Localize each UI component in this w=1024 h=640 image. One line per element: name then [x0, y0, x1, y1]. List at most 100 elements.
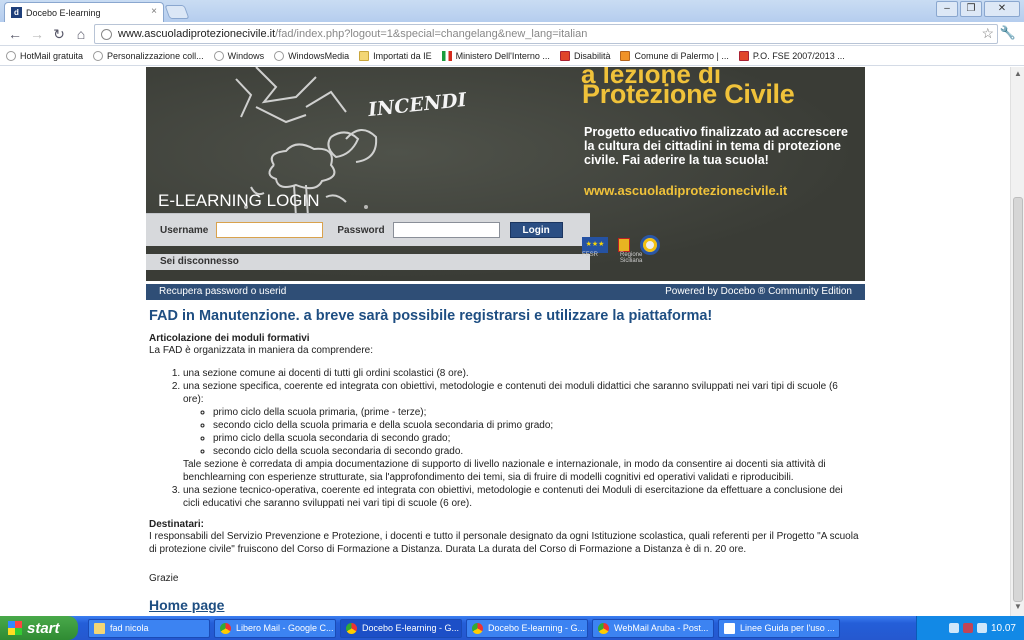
- bookmark-label: Personalizzazione coll...: [107, 50, 204, 61]
- orange-icon: [620, 50, 631, 61]
- bookmark-label: P.O. FSE 2007/2013 ...: [752, 50, 845, 61]
- bookmark-item[interactable]: Comune di Palermo | ...: [620, 50, 729, 61]
- list-item: una sezione tecnico-operativa, coerente …: [183, 484, 861, 510]
- chrome-icon: [346, 622, 357, 634]
- sub-list-item: secondo ciclo della scuola secondaria di…: [213, 445, 861, 458]
- taskbar-item-label: Docebo E-learning - G...: [362, 623, 460, 633]
- bookmark-label: Windows: [227, 50, 265, 61]
- windows-logo-icon: [8, 621, 22, 635]
- powered-by-text: Powered by Docebo ® Community Edition: [665, 286, 852, 297]
- intro-text: La FAD è organizzata in maniera da compr…: [149, 345, 374, 356]
- sub-list-item: primo ciclo della scuola primaria, (prim…: [213, 406, 861, 419]
- elearning-title: E-LEARNING LOGIN: [158, 191, 320, 210]
- network-icon[interactable]: [948, 623, 959, 633]
- list-item: una sezione comune ai docenti di tutti g…: [183, 367, 861, 380]
- close-tab-icon[interactable]: ×: [151, 6, 157, 17]
- banner-heading: Protezione Civile: [582, 79, 795, 109]
- bookmark-item[interactable]: WindowsMedia: [274, 50, 350, 61]
- address-bar[interactable]: www.ascuoladiprotezionecivile.it/fad/ind…: [94, 24, 998, 44]
- bookmark-star-icon[interactable]: ☆: [981, 25, 994, 42]
- scroll-up-icon[interactable]: ▲: [1011, 69, 1024, 81]
- new-tab-button[interactable]: [164, 5, 190, 19]
- volume-icon[interactable]: [976, 623, 987, 633]
- sub-list-item: primo ciclo della scuola secondaria di s…: [213, 432, 861, 445]
- modules-list: una sezione comune ai docenti di tutti g…: [183, 367, 861, 510]
- globe-icon: [6, 50, 16, 61]
- taskbar-item-label: fad nicola: [110, 623, 149, 633]
- bookmark-item[interactable]: Personalizzazione coll...: [93, 50, 204, 61]
- windows-taskbar: start fad nicola Libero Mail - Google C.…: [0, 616, 1024, 640]
- red-icon: [559, 50, 570, 61]
- folder-icon: [94, 622, 105, 634]
- bookmark-label: Ministero Dell'Interno ...: [455, 50, 550, 61]
- bookmark-item[interactable]: HotMail gratuita: [6, 50, 84, 61]
- main-content: FAD in Manutenzione. a breve sarà possib…: [149, 308, 861, 613]
- antivirus-icon[interactable]: [962, 623, 973, 633]
- url-domain: www.ascuoladiprotezionecivile.it: [118, 28, 276, 40]
- page-scrollbar[interactable]: ▲ ▼: [1010, 67, 1024, 616]
- banner-site: www.ascuoladiprotezionecivile.it: [584, 183, 788, 198]
- bookmark-label: Disabilità: [573, 50, 611, 61]
- system-tray: 10.07: [916, 616, 1024, 640]
- start-button[interactable]: start: [0, 616, 78, 640]
- taskbar-item[interactable]: fad nicola: [88, 618, 210, 638]
- username-label: Username: [160, 224, 209, 236]
- login-status: Sei disconnesso: [146, 254, 590, 270]
- globe-icon: [93, 50, 104, 61]
- close-window-button[interactable]: ✕: [984, 1, 1020, 17]
- taskbar-item-active[interactable]: Docebo E-learning - G...: [340, 618, 462, 638]
- taskbar-item-label: Linee Guida per l'uso ...: [740, 623, 835, 633]
- list-item: una sezione specifica, coerente ed integ…: [183, 380, 861, 484]
- taskbar-item-label: Docebo E-learning - G...: [488, 623, 586, 633]
- password-input[interactable]: [392, 222, 500, 238]
- sicily-crest-icon: [618, 238, 630, 252]
- taskbar-item[interactable]: WebMail Aruba - Post...: [592, 618, 714, 638]
- forward-arrow-icon[interactable]: →: [28, 26, 46, 42]
- clock[interactable]: 10.07: [991, 623, 1016, 634]
- password-label: Password: [337, 224, 385, 236]
- browser-toolbar: ← → ↻ ⌂ www.ascuoladiprotezionecivile.it…: [0, 22, 1024, 46]
- bookmark-item[interactable]: Disabilità: [559, 50, 611, 61]
- restore-button[interactable]: ❐: [960, 1, 982, 17]
- page-title: FAD in Manutenzione. a breve sarà possib…: [149, 308, 713, 324]
- scrollbar-thumb[interactable]: [1013, 197, 1023, 602]
- wrench-menu-icon[interactable]: 🔧: [1000, 25, 1016, 41]
- recipients-text: I responsabili del Servizio Prevenzione …: [149, 531, 859, 555]
- start-label: start: [27, 619, 60, 637]
- back-arrow-icon[interactable]: ←: [6, 26, 24, 42]
- window-controls: – ❐ ✕: [936, 1, 1020, 17]
- login-button[interactable]: Login: [509, 222, 563, 238]
- chrome-icon: [598, 622, 609, 634]
- recover-password-link[interactable]: Recupera password o userid: [159, 284, 286, 300]
- bookmark-item[interactable]: Ministero Dell'Interno ...: [441, 50, 550, 61]
- banner-description: Progetto educativo finalizzato ad accres…: [584, 125, 848, 167]
- taskbar-item[interactable]: Linee Guida per l'uso ...: [718, 618, 840, 638]
- document-icon: [724, 622, 735, 634]
- region-logo-label: Regione Siciliana: [620, 252, 643, 264]
- reload-icon[interactable]: ↻: [50, 26, 68, 43]
- bookmark-label: HotMail gratuita: [20, 50, 84, 61]
- username-input[interactable]: [216, 222, 324, 238]
- taskbar-item-label: Libero Mail - Google C...: [236, 623, 334, 633]
- section-heading: Articolazione dei moduli formativi: [149, 333, 310, 344]
- italy-flag-icon: [441, 50, 452, 61]
- url-path: /fad/index.php?logout=1&special=changela…: [275, 28, 588, 40]
- bookmark-label: Comune di Palermo | ...: [634, 50, 729, 61]
- bookmark-item[interactable]: Windows: [213, 50, 265, 61]
- globe-icon: [274, 50, 285, 61]
- home-page-link[interactable]: Home page: [149, 597, 224, 613]
- bookmark-label: WindowsMedia: [288, 50, 350, 61]
- recipients-heading: Destinatari:: [149, 519, 205, 530]
- taskbar-item[interactable]: Docebo E-learning - G...: [466, 618, 588, 638]
- bookmark-item[interactable]: Importati da IE: [359, 50, 432, 61]
- home-icon[interactable]: ⌂: [72, 26, 90, 42]
- bookmark-item[interactable]: P.O. FSE 2007/2013 ...: [738, 50, 845, 61]
- browser-tab[interactable]: d Docebo E-learning ×: [4, 2, 164, 22]
- minimize-button[interactable]: –: [936, 1, 958, 17]
- page-info-icon[interactable]: [101, 28, 112, 40]
- taskbar-item[interactable]: Libero Mail - Google C...: [214, 618, 336, 638]
- info-bar: Recupera password o userid Powered by Do…: [146, 284, 865, 300]
- list-item-note: Tale sezione è corredata di ampia docume…: [183, 459, 826, 483]
- scroll-down-icon[interactable]: ▼: [1011, 602, 1024, 614]
- list-item-text: una sezione specifica, coerente ed integ…: [183, 381, 838, 405]
